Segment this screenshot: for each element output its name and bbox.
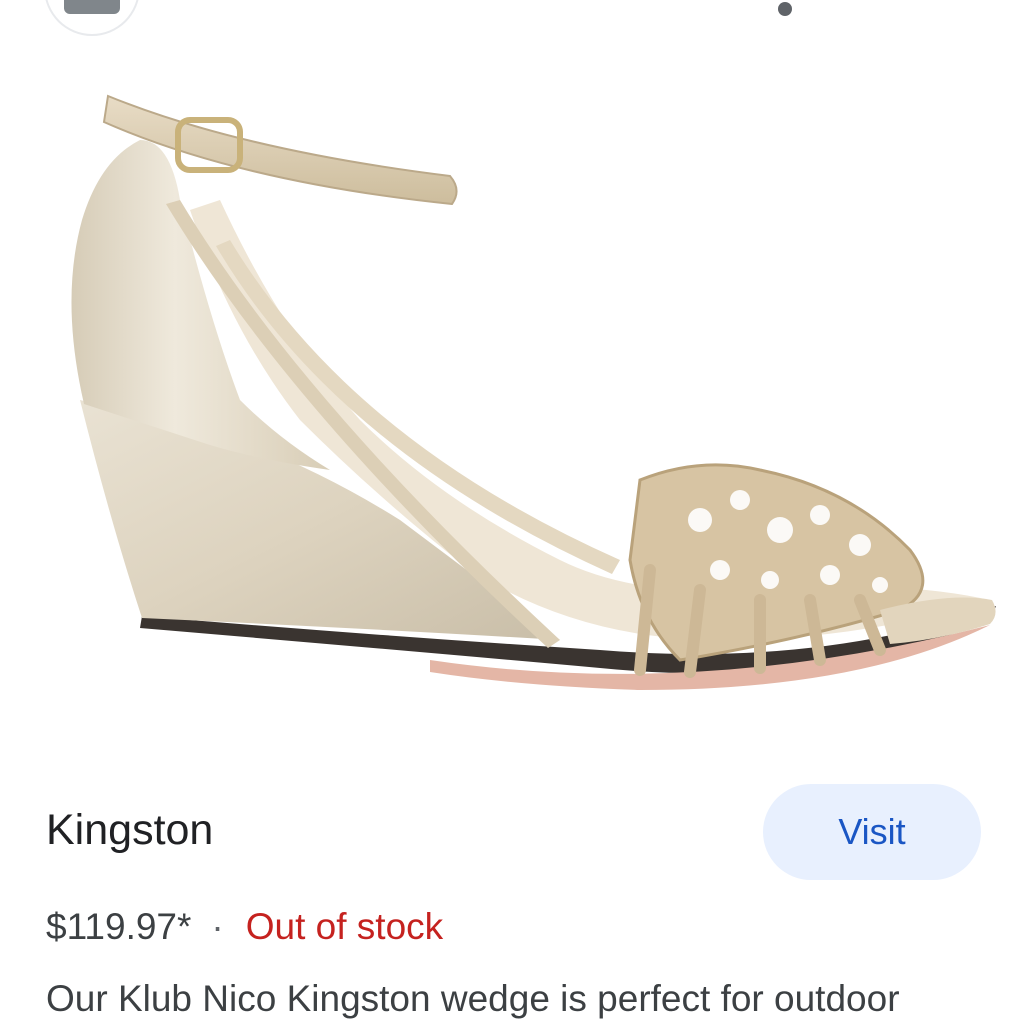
price-row: $119.97* · Out of stock [46, 906, 443, 948]
close-icon[interactable] [906, 0, 954, 14]
store-icon [64, 0, 120, 14]
sandal-product-image[interactable] [0, 40, 1025, 745]
separator-dot: · [211, 906, 224, 947]
top-bar: Klub Nico [0, 0, 1025, 40]
site-name: Klub Nico [172, 0, 335, 9]
product-description: Our Klub Nico Kingston wedge is perfect … [46, 978, 900, 1019]
stock-status: Out of stock [245, 906, 444, 947]
more-vert-icon[interactable] [778, 2, 792, 16]
product-title: Kingston [46, 806, 214, 854]
site-favicon-button[interactable] [46, 0, 138, 34]
visit-button-label: Visit [838, 811, 906, 852]
price: $119.97* [46, 906, 192, 947]
product-detail-page: Klub Nico [0, 0, 1025, 1025]
visit-button[interactable]: Visit [763, 784, 981, 880]
